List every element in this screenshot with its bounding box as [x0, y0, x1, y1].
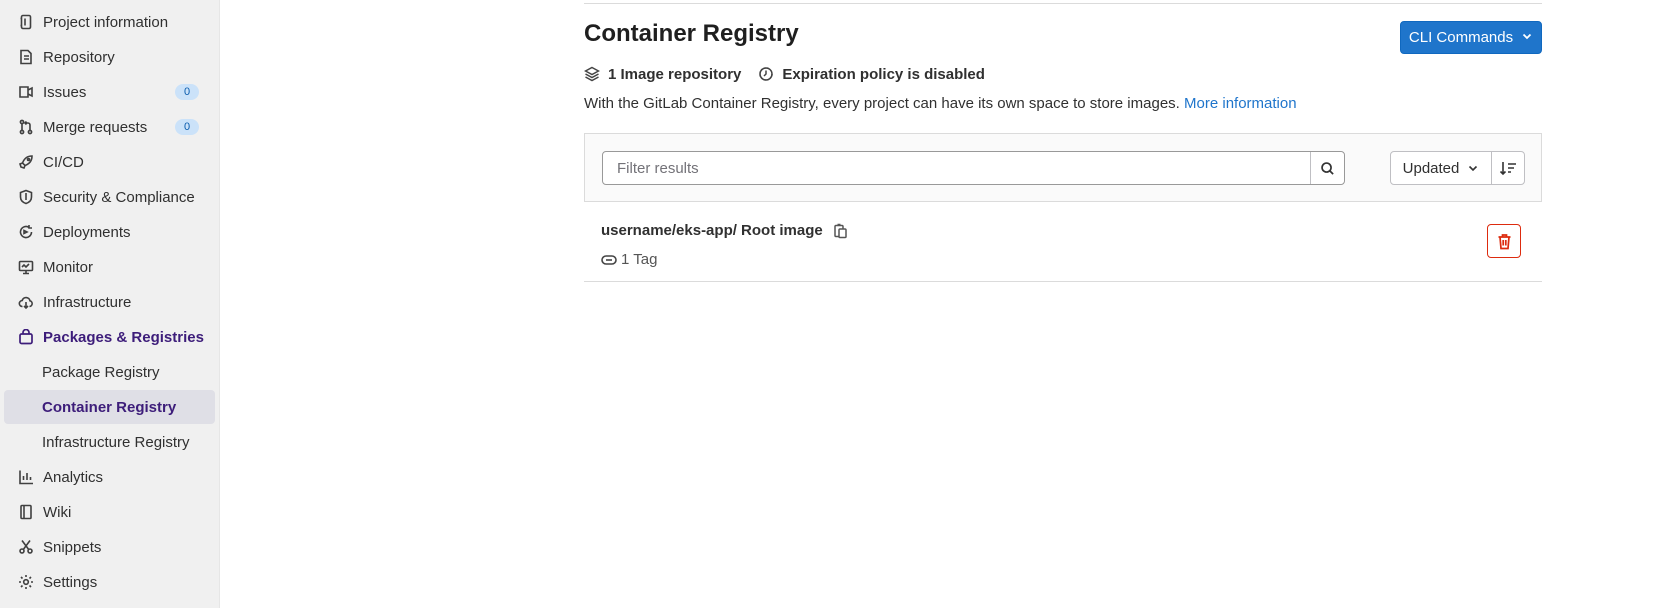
expiration-policy-status: Expiration policy is disabled: [758, 66, 985, 83]
sidebar-item-label: Issues: [43, 83, 87, 101]
monitor-icon: [18, 259, 34, 275]
chevron-down-icon: [1469, 165, 1478, 172]
cloud-icon: [18, 294, 34, 310]
cli-commands-label: CLI Commands: [1408, 29, 1514, 46]
registry-description: With the GitLab Container Registry, ever…: [584, 95, 1297, 112]
delete-image-button[interactable]: [1487, 224, 1521, 258]
sidebar-item-label: Snippets: [43, 538, 102, 556]
trash-icon: [1498, 233, 1510, 249]
sort-by-dropdown[interactable]: Updated: [1390, 151, 1492, 185]
sort-direction-button[interactable]: [1491, 151, 1525, 185]
sidebar-subitem-container-registry[interactable]: Container Registry: [4, 390, 215, 424]
shield-icon: [18, 189, 34, 205]
sidebar-item-label: Wiki: [43, 503, 72, 521]
search-button[interactable]: [1310, 152, 1344, 184]
sidebar: Project information Repository Issues 0 …: [0, 0, 220, 608]
sidebar-item-label: Infrastructure Registry: [42, 433, 190, 451]
sidebar-item-monitor[interactable]: Monitor: [4, 250, 215, 284]
more-information-link[interactable]: More information: [1184, 95, 1297, 112]
filter-results-input[interactable]: [603, 152, 1310, 184]
issues-count-badge: 0: [175, 84, 199, 100]
sidebar-item-label: Merge requests: [43, 118, 148, 136]
sidebar-subitem-package-registry[interactable]: Package Registry: [4, 355, 215, 389]
sort-by-label: Updated: [1402, 159, 1460, 177]
sidebar-item-infrastructure[interactable]: Infrastructure: [4, 285, 215, 319]
scissors-icon: [18, 539, 34, 555]
sidebar-item-packages-registries[interactable]: Packages & Registries: [4, 320, 215, 354]
sidebar-item-label: Settings: [43, 573, 98, 591]
image-name-text[interactable]: username/eks-app/ Root image: [601, 222, 823, 239]
cli-commands-button[interactable]: CLI Commands: [1400, 21, 1542, 54]
filter-bar: Updated: [584, 133, 1542, 202]
merge-requests-count-badge: 0: [175, 119, 199, 135]
gear-icon: [18, 574, 34, 590]
search-box: [602, 151, 1345, 185]
sidebar-item-ci-cd[interactable]: CI/CD: [4, 145, 215, 179]
chart-icon: [18, 469, 34, 485]
clock-icon: [759, 67, 774, 81]
sidebar-item-project-information[interactable]: Project information: [4, 5, 215, 39]
sidebar-item-snippets[interactable]: Snippets: [4, 530, 215, 564]
merge-requests-icon: [18, 119, 34, 135]
top-divider: [584, 3, 1542, 4]
sidebar-item-label: CI/CD: [43, 153, 84, 171]
image-name: username/eks-app/ Root image: [601, 222, 849, 239]
book-icon: [18, 504, 34, 520]
sidebar-item-label: Repository: [43, 48, 115, 66]
sidebar-item-label: Packages & Registries: [43, 328, 204, 346]
issues-icon: [18, 84, 34, 100]
repository-icon: [18, 49, 34, 65]
sidebar-item-label: Container Registry: [42, 398, 177, 416]
sidebar-item-repository[interactable]: Repository: [4, 40, 215, 74]
sort-descending-icon: [1499, 162, 1516, 176]
page-title: Container Registry: [584, 20, 799, 47]
image-repository-row: username/eks-app/ Root image 1 Tag: [584, 202, 1542, 282]
copy-icon: [834, 223, 847, 238]
sidebar-item-issues[interactable]: Issues 0: [4, 75, 215, 109]
tag-icon: [601, 254, 617, 265]
registry-metadata: 1 Image repository Expiration policy is …: [584, 64, 1002, 84]
package-icon: [18, 329, 34, 345]
sidebar-item-label: Infrastructure: [43, 293, 132, 311]
deployments-icon: [18, 224, 34, 240]
sidebar-item-security-compliance[interactable]: Security & Compliance: [4, 180, 215, 214]
sidebar-item-label: Package Registry: [42, 363, 160, 381]
sidebar-item-label: Analytics: [43, 468, 104, 486]
sidebar-item-label: Project information: [43, 13, 169, 31]
sidebar-item-analytics[interactable]: Analytics: [4, 460, 215, 494]
sidebar-item-label: Deployments: [43, 223, 131, 241]
project-information-icon: [18, 14, 34, 30]
sidebar-item-label: Monitor: [43, 258, 94, 276]
sidebar-item-merge-requests[interactable]: Merge requests 0: [4, 110, 215, 144]
layers-icon: [584, 66, 600, 82]
sidebar-item-label: Security & Compliance: [43, 188, 195, 206]
rocket-icon: [18, 154, 34, 170]
copy-path-button[interactable]: [833, 223, 849, 239]
image-repository-count: 1 Image repository: [584, 66, 741, 83]
tag-count: 1 Tag: [601, 251, 657, 268]
chevron-down-icon: [1521, 29, 1533, 46]
search-icon: [1321, 161, 1334, 175]
sidebar-item-deployments[interactable]: Deployments: [4, 215, 215, 249]
sidebar-item-settings[interactable]: Settings: [4, 565, 215, 599]
sidebar-item-wiki[interactable]: Wiki: [4, 495, 215, 529]
sidebar-subitem-infrastructure-registry[interactable]: Infrastructure Registry: [4, 425, 215, 459]
